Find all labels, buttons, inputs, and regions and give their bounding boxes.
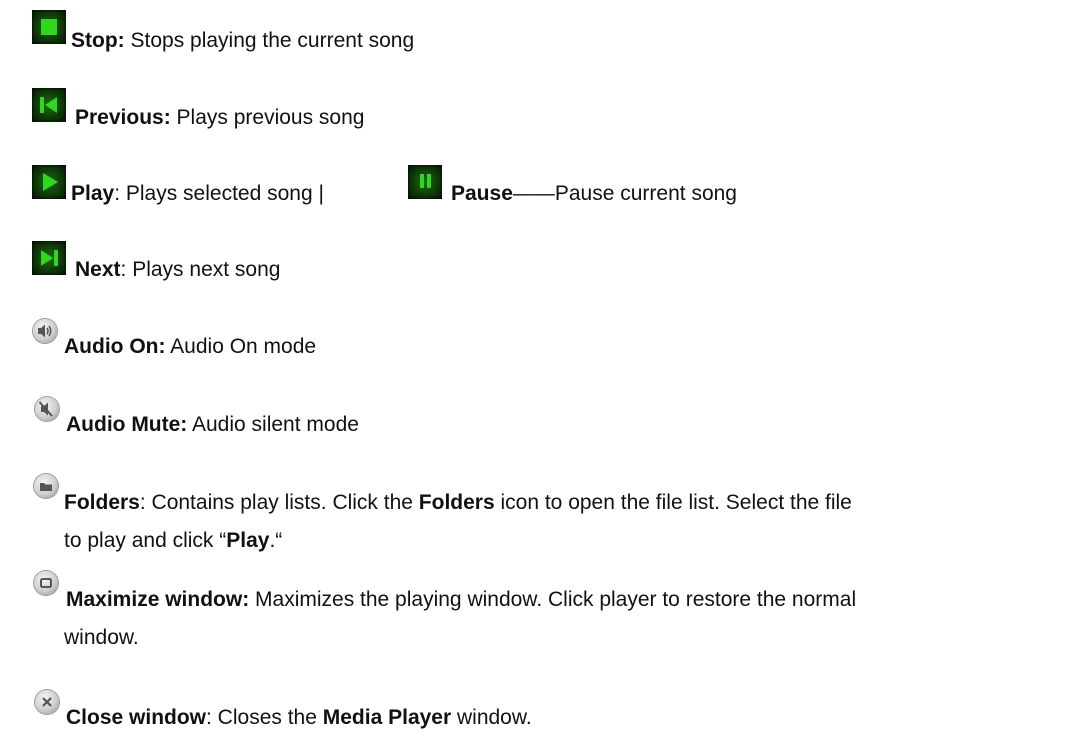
folder-icon (34, 474, 58, 498)
pause-description: Pause——Pause current song (451, 182, 737, 205)
maximize-icon (34, 571, 58, 595)
close-description: Close window: Closes the Media Player wi… (66, 706, 532, 729)
maximize-description-line2: window. (64, 626, 139, 649)
play-icon (32, 165, 66, 199)
previous-icon (32, 88, 66, 122)
play-description: Play: Plays selected song | (71, 182, 324, 205)
next-icon (32, 241, 66, 275)
stop-icon (32, 10, 66, 44)
speaker-mute-icon (35, 397, 59, 421)
folders-description-line2: to play and click “Play.“ (64, 529, 283, 552)
folders-description-line1: Folders: Contains play lists. Click the … (64, 491, 852, 514)
speaker-on-icon (33, 319, 57, 343)
stop-description: Stop: Stops playing the current song (71, 29, 415, 52)
maximize-description-line1: Maximize window: Maximizes the playing w… (66, 588, 857, 611)
previous-description: Previous: Plays previous song (75, 106, 365, 129)
pause-icon (408, 165, 442, 199)
audio-mute-description: Audio Mute: Audio silent mode (66, 413, 359, 436)
next-description: Next: Plays next song (75, 258, 281, 281)
audio-on-description: Audio On: Audio On mode (64, 335, 317, 358)
close-icon (35, 690, 59, 714)
